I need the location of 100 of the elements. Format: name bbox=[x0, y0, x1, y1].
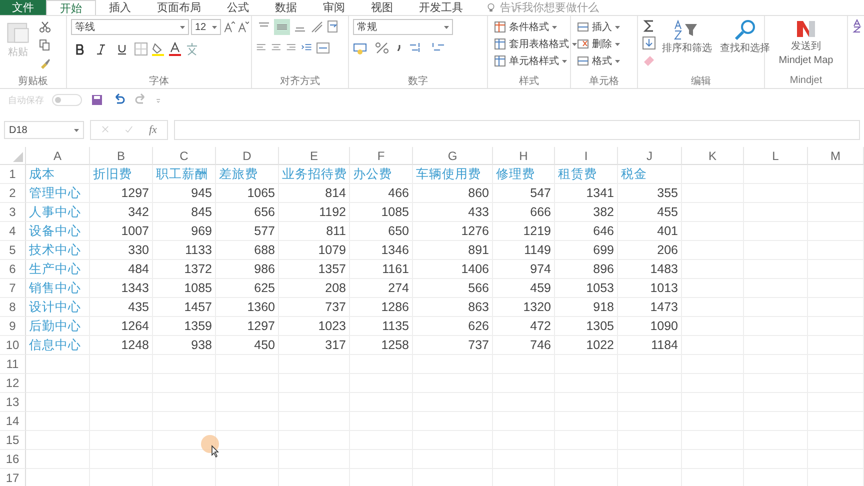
merge-icon bbox=[316, 41, 330, 55]
table-cell: 信息中心 bbox=[26, 336, 90, 355]
caret-icon bbox=[615, 60, 620, 62]
column-header[interactable]: K bbox=[682, 147, 744, 165]
wrap-text-icon bbox=[326, 20, 340, 34]
column-header[interactable]: B bbox=[90, 147, 153, 165]
row-header[interactable]: 17 bbox=[0, 469, 26, 486]
lightbulb-icon bbox=[486, 2, 496, 12]
sort-filter-button[interactable]: 排序和筛选 bbox=[660, 19, 714, 73]
table-cell: 969 bbox=[153, 222, 216, 241]
empty-cell bbox=[682, 165, 744, 184]
table-cell: 938 bbox=[153, 336, 216, 355]
empty-cell bbox=[26, 393, 90, 412]
caret-icon bbox=[615, 42, 620, 46]
file-tab[interactable]: 文件 bbox=[0, 0, 46, 15]
column-header[interactable]: M bbox=[808, 147, 864, 165]
style-menu-button[interactable]: 套用表格格式 bbox=[492, 36, 579, 52]
table-cell: 896 bbox=[555, 260, 618, 279]
row-header[interactable]: 11 bbox=[0, 355, 26, 374]
table-cell: 1264 bbox=[90, 317, 153, 336]
column-header[interactable]: D bbox=[216, 147, 279, 165]
table-cell: 646 bbox=[555, 222, 618, 241]
column-header[interactable]: L bbox=[744, 147, 808, 165]
table-cell: 382 bbox=[555, 203, 618, 222]
table-cell: 1372 bbox=[153, 260, 216, 279]
row-header[interactable]: 15 bbox=[0, 431, 26, 450]
table-cell: 1406 bbox=[413, 260, 493, 279]
table-cell: 1013 bbox=[618, 279, 682, 298]
table-cell: 1192 bbox=[279, 203, 350, 222]
table-cell: 625 bbox=[216, 279, 279, 298]
insert-function-label[interactable]: fx bbox=[149, 124, 157, 136]
column-header[interactable]: C bbox=[153, 147, 216, 165]
column-header[interactable]: E bbox=[279, 147, 350, 165]
row-header[interactable]: 7 bbox=[0, 279, 26, 298]
formula-input[interactable] bbox=[174, 120, 860, 140]
name-box[interactable]: D18 bbox=[4, 121, 84, 139]
table-cell: 1346 bbox=[350, 241, 413, 260]
table-cell: 746 bbox=[493, 336, 555, 355]
empty-cell bbox=[26, 431, 90, 450]
table-cell: 1286 bbox=[350, 298, 413, 317]
cells-icon bbox=[577, 38, 589, 50]
table-cell: 737 bbox=[279, 298, 350, 317]
column-header[interactable]: A bbox=[26, 147, 90, 165]
ribbon-tab[interactable]: 开始 bbox=[46, 0, 96, 16]
column-header[interactable]: H bbox=[493, 147, 555, 165]
find-select-button[interactable]: 查找和选择 bbox=[718, 19, 772, 73]
row-header[interactable]: 3 bbox=[0, 203, 26, 222]
table-cell: 737 bbox=[413, 336, 493, 355]
caret-icon bbox=[572, 42, 577, 46]
row-header[interactable]: 9 bbox=[0, 317, 26, 336]
table-cell: 1161 bbox=[350, 260, 413, 279]
table-cell: 459 bbox=[493, 279, 555, 298]
table-cell: 466 bbox=[350, 184, 413, 203]
column-header[interactable]: F bbox=[350, 147, 413, 165]
row-header[interactable]: 2 bbox=[0, 184, 26, 203]
orientation-icon bbox=[310, 20, 324, 34]
caret-icon bbox=[180, 26, 185, 28]
table-cell: 1483 bbox=[618, 260, 682, 279]
autosave-toggle[interactable] bbox=[52, 94, 82, 106]
table-cell: 206 bbox=[618, 241, 682, 260]
table-cell: 1085 bbox=[350, 203, 413, 222]
column-header[interactable]: I bbox=[555, 147, 618, 165]
table-cell: 814 bbox=[279, 184, 350, 203]
group-label: Mindjet bbox=[788, 74, 824, 88]
column-header[interactable]: G bbox=[413, 147, 493, 165]
table-cell: 1359 bbox=[153, 317, 216, 336]
number-format-field[interactable]: 常规 bbox=[353, 19, 453, 35]
table-cell: 1079 bbox=[279, 241, 350, 260]
comma-icon bbox=[397, 45, 401, 51]
row-header[interactable]: 10 bbox=[0, 336, 26, 355]
table-cell: 1357 bbox=[279, 260, 350, 279]
search-icon bbox=[733, 19, 757, 41]
row-header[interactable]: 8 bbox=[0, 298, 26, 317]
table-cell: 656 bbox=[216, 203, 279, 222]
table-cell: 1135 bbox=[350, 317, 413, 336]
row-header[interactable]: 16 bbox=[0, 450, 26, 469]
row-header[interactable]: 13 bbox=[0, 393, 26, 412]
table-cell: 330 bbox=[90, 241, 153, 260]
table-cell: 修理费 bbox=[493, 165, 555, 184]
tell-me-field[interactable]: 告诉我你想要做什么 bbox=[500, 0, 599, 15]
group-label: 样式 bbox=[518, 74, 540, 88]
column-header[interactable]: J bbox=[618, 147, 682, 165]
send-to-mindjet-button[interactable]: 发送到 Mindjet Map bbox=[776, 19, 836, 73]
table-cell: 业务招待费 bbox=[279, 165, 350, 184]
table-cell: 699 bbox=[555, 241, 618, 260]
table-cell: 差旅费 bbox=[216, 165, 279, 184]
table-cell: 1320 bbox=[493, 298, 555, 317]
font-size-field[interactable]: 12 bbox=[191, 19, 221, 35]
row-header[interactable]: 6 bbox=[0, 260, 26, 279]
row-header[interactable]: 5 bbox=[0, 241, 26, 260]
empty-cell bbox=[744, 165, 808, 184]
font-name-field[interactable]: 等线 bbox=[71, 19, 189, 35]
align-icon[interactable] bbox=[274, 19, 290, 35]
row-header[interactable]: 1 bbox=[0, 165, 26, 184]
row-header[interactable]: 12 bbox=[0, 374, 26, 393]
table-cell: 设备中心 bbox=[26, 222, 90, 241]
cells-icon bbox=[577, 55, 589, 67]
table-cell: 1297 bbox=[216, 317, 279, 336]
row-header[interactable]: 14 bbox=[0, 412, 26, 431]
row-header[interactable]: 4 bbox=[0, 222, 26, 241]
